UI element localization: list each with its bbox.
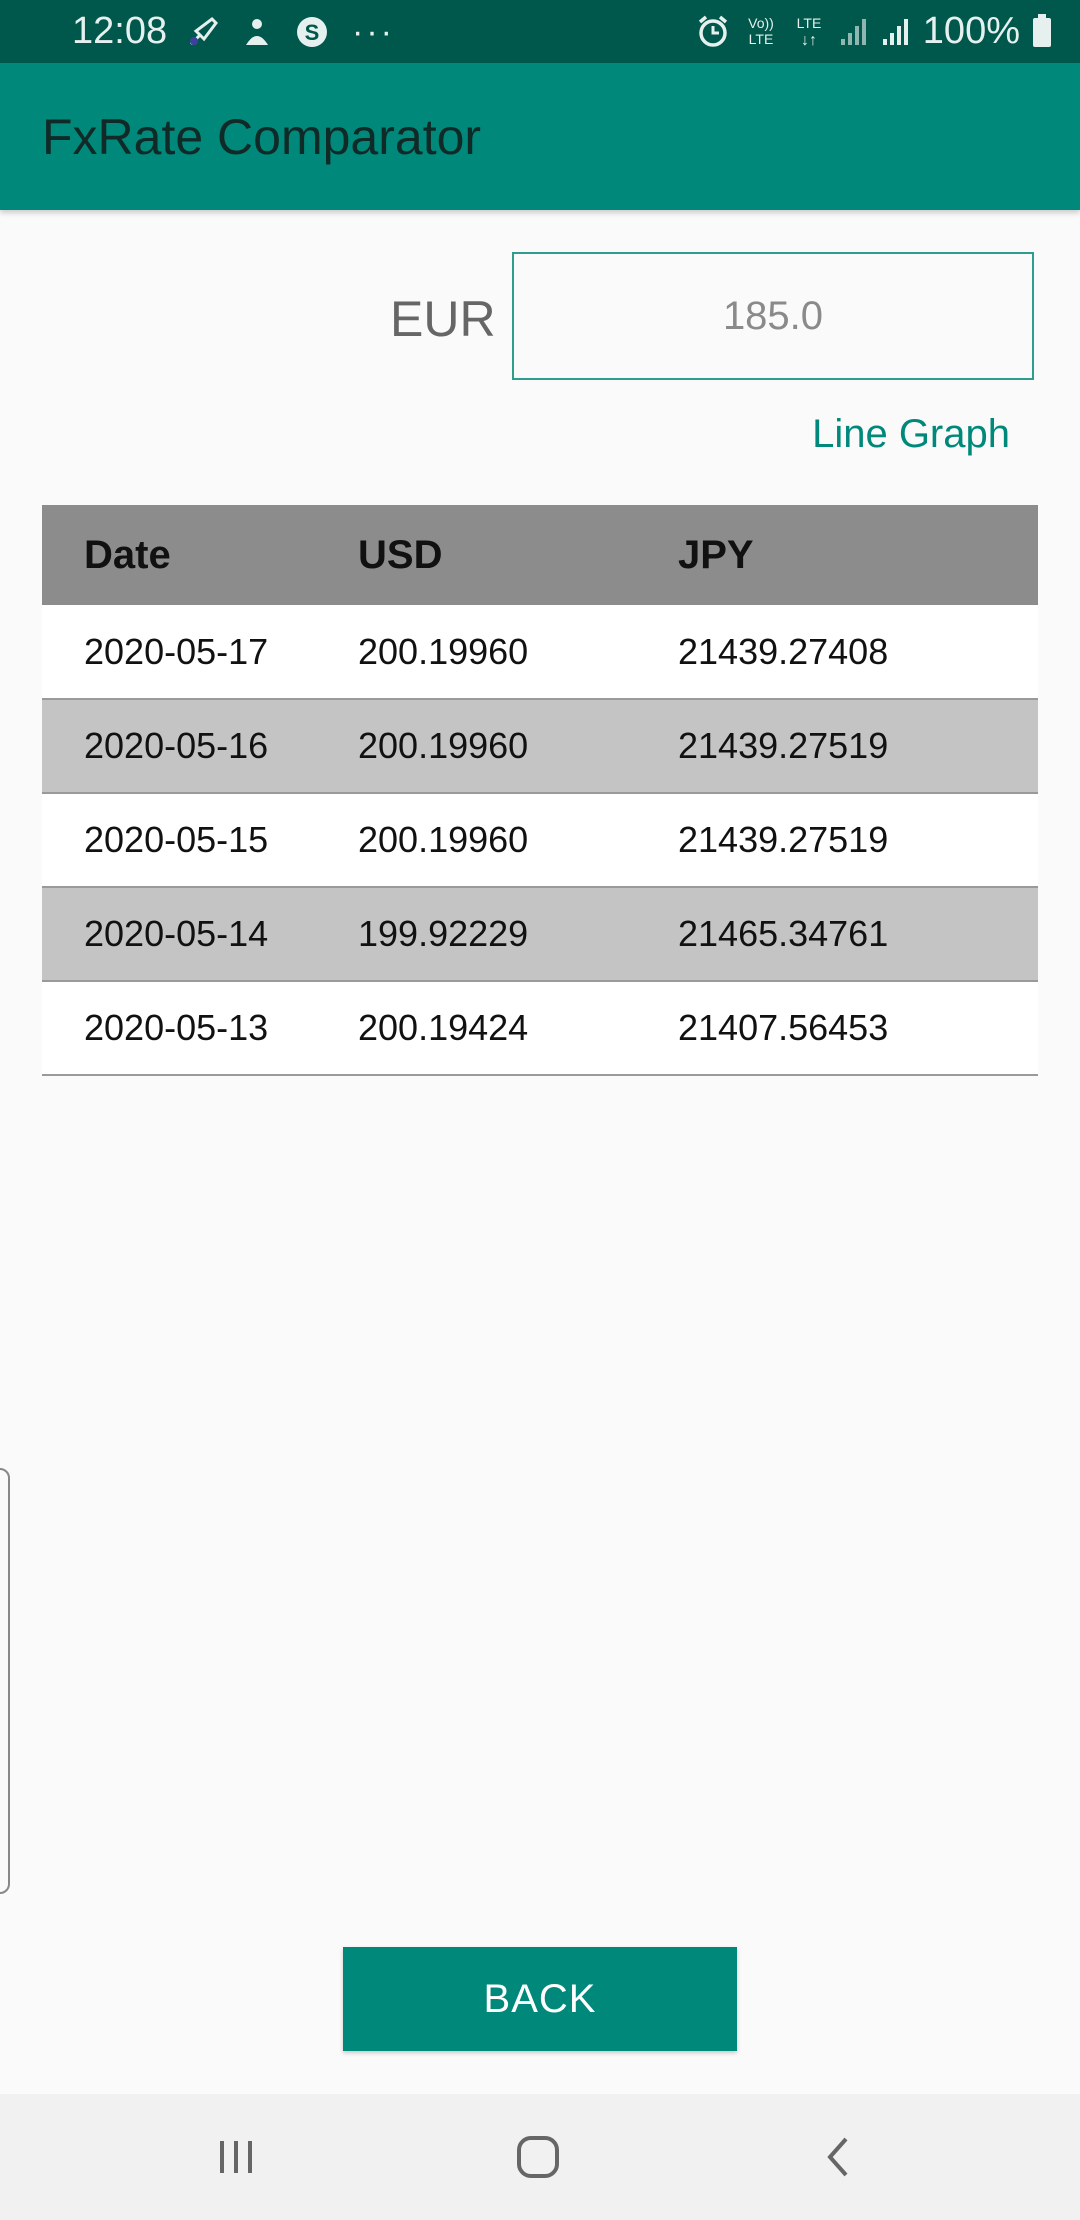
svg-text:S: S bbox=[305, 20, 320, 45]
usd-cell: 200.19424 bbox=[358, 1007, 529, 1048]
recents-icon bbox=[220, 2141, 252, 2173]
column-header-date: Date bbox=[84, 532, 171, 577]
edge-panel-handle[interactable] bbox=[0, 1468, 10, 1894]
date-cell: 2020-05-14 bbox=[84, 913, 269, 954]
jpy-cell: 21465.34761 bbox=[678, 913, 889, 954]
home-icon bbox=[517, 2136, 559, 2178]
column-header-usd: USD bbox=[358, 532, 443, 577]
alarm-icon bbox=[695, 9, 731, 53]
usd-cell: 199.92229 bbox=[358, 913, 529, 954]
battery-icon bbox=[1032, 9, 1052, 53]
line-graph-link[interactable]: Line Graph bbox=[812, 412, 1010, 457]
back-button[interactable]: BACK bbox=[343, 1947, 737, 2051]
home-button[interactable] bbox=[498, 2124, 578, 2190]
battery-percent: 100% bbox=[922, 10, 1020, 52]
status-icons-left: S ··· bbox=[186, 10, 395, 54]
jpy-cell: 21439.27519 bbox=[678, 819, 889, 860]
usd-cell: 200.19960 bbox=[358, 630, 529, 672]
app-title: FxRate Comparator bbox=[42, 109, 482, 165]
amount-field[interactable] bbox=[512, 252, 1034, 380]
table-header-row: Date USD JPY bbox=[42, 505, 1038, 605]
system-nav-bar bbox=[0, 2094, 1080, 2220]
usd-cell: 200.19960 bbox=[358, 725, 529, 766]
recents-button[interactable] bbox=[196, 2124, 276, 2190]
date-cell: 2020-05-17 bbox=[84, 630, 269, 672]
table-row: 2020-05-13 200.19424 21407.56453 bbox=[42, 981, 1038, 1075]
signal-icon bbox=[881, 9, 911, 53]
status-time: 12:08 bbox=[72, 10, 168, 52]
svg-text:LTE: LTE bbox=[796, 15, 821, 31]
usd-cell: 200.19960 bbox=[358, 819, 529, 860]
rates-table: Date USD JPY 2020-05-17 200.19960 21439.… bbox=[42, 505, 1038, 1076]
back-chevron-icon bbox=[827, 2137, 848, 2177]
table-row: 2020-05-15 200.19960 21439.27519 bbox=[42, 793, 1038, 887]
base-currency-label: EUR bbox=[390, 291, 496, 347]
jpy-cell: 21439.27519 bbox=[678, 725, 889, 766]
status-bar: 12:08 S ··· Vo)) LTE LTE ↓↑ 100% bbox=[0, 0, 1080, 63]
svg-text:↓↑: ↓↑ bbox=[801, 32, 817, 49]
skype-icon: S bbox=[294, 10, 330, 54]
notification-icon bbox=[242, 10, 272, 54]
volte-icon: Vo)) LTE bbox=[743, 9, 779, 53]
svg-text:LTE: LTE bbox=[748, 31, 773, 47]
date-cell: 2020-05-15 bbox=[84, 819, 269, 860]
svg-text:Vo)): Vo)) bbox=[748, 15, 774, 31]
table-row: 2020-05-16 200.19960 21439.27519 bbox=[42, 699, 1038, 793]
jpy-cell: 21439.27408 bbox=[678, 630, 889, 672]
date-cell: 2020-05-16 bbox=[84, 725, 269, 766]
status-icons-right: Vo)) LTE LTE ↓↑ 100% bbox=[695, 8, 1052, 54]
amount-input[interactable] bbox=[514, 292, 1032, 340]
table-row: 2020-05-17 200.19960 21439.27408 bbox=[42, 605, 1038, 699]
table-row: 2020-05-14 199.92229 21465.34761 bbox=[42, 887, 1038, 981]
column-header-jpy: JPY bbox=[678, 532, 754, 577]
date-cell: 2020-05-13 bbox=[84, 1007, 269, 1048]
more-dots-icon: ··· bbox=[352, 12, 395, 51]
signal-icon bbox=[839, 9, 869, 53]
system-back-button[interactable] bbox=[800, 2124, 880, 2190]
app-bar: FxRate Comparator bbox=[0, 63, 1080, 210]
cursor-icon bbox=[186, 10, 220, 54]
jpy-cell: 21407.56453 bbox=[678, 1007, 889, 1048]
lte-icon: LTE ↓↑ bbox=[791, 9, 827, 53]
